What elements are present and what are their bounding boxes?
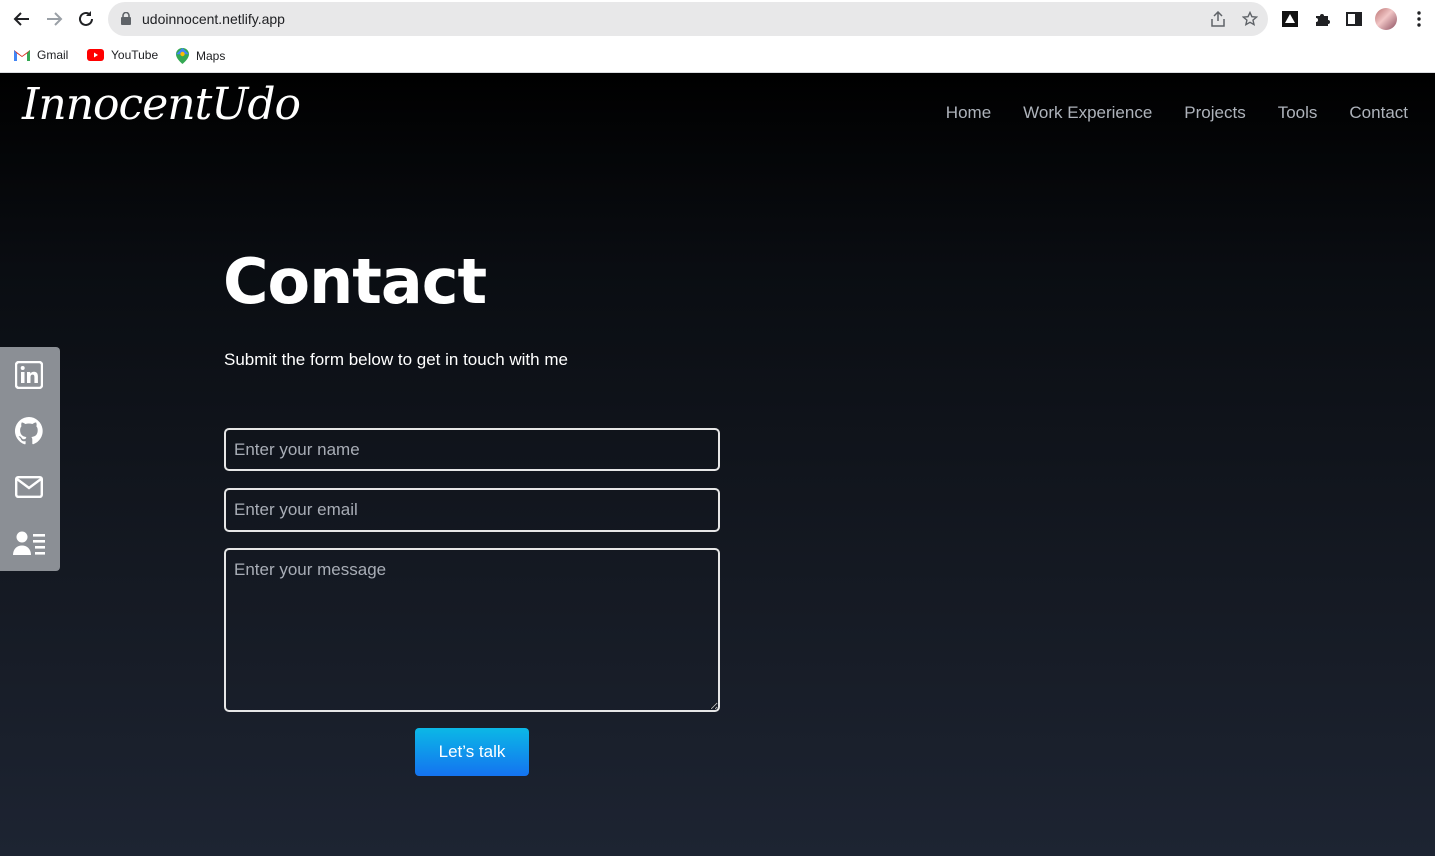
email-input[interactable] xyxy=(224,488,720,532)
bookmark-maps[interactable]: Maps xyxy=(176,48,225,64)
bookmark-youtube[interactable]: YouTube xyxy=(87,48,158,62)
more-menu-icon[interactable] xyxy=(1409,9,1429,29)
lock-icon xyxy=(121,12,131,25)
share-icon[interactable] xyxy=(1209,10,1227,28)
contact-subtitle: Submit the form below to get in touch wi… xyxy=(224,350,568,369)
linkedin-icon[interactable] xyxy=(12,358,46,392)
bookmark-gmail[interactable]: Gmail xyxy=(14,48,68,62)
side-panel-icon[interactable] xyxy=(1344,9,1364,29)
url-text: udoinnocent.netlify.app xyxy=(142,11,285,27)
maps-icon xyxy=(176,48,189,64)
browser-toolbar: udoinnocent.netlify.app xyxy=(0,0,1435,38)
submit-button[interactable]: Let’s talk xyxy=(415,728,529,776)
bookmarks-bar: Gmail YouTube Maps xyxy=(0,38,1435,73)
forward-button[interactable] xyxy=(42,7,66,31)
page-title: Contact xyxy=(223,245,487,318)
nav-projects[interactable]: Projects xyxy=(1184,103,1245,123)
github-icon[interactable] xyxy=(12,414,46,448)
forward-arrow-icon xyxy=(47,12,63,26)
contact-card-icon[interactable] xyxy=(12,526,46,560)
extension-icon[interactable] xyxy=(1280,9,1300,29)
site-nav: Home Work Experience Projects Tools Cont… xyxy=(946,103,1408,123)
message-textarea[interactable] xyxy=(224,548,720,712)
nav-tools[interactable]: Tools xyxy=(1278,103,1318,123)
address-bar[interactable]: udoinnocent.netlify.app xyxy=(108,2,1268,36)
nav-work-experience[interactable]: Work Experience xyxy=(1023,103,1152,123)
youtube-icon xyxy=(87,49,104,61)
page-content: InnocentUdo Home Work Experience Project… xyxy=(0,73,1435,856)
mail-icon[interactable] xyxy=(12,470,46,504)
puzzle-extensions-icon[interactable] xyxy=(1312,9,1332,29)
name-input[interactable] xyxy=(224,428,720,471)
site-logo[interactable]: InnocentUdo xyxy=(22,79,301,130)
social-sidebar xyxy=(0,347,60,571)
back-button[interactable] xyxy=(10,7,34,31)
reload-icon xyxy=(79,11,93,26)
profile-avatar[interactable] xyxy=(1375,8,1397,30)
bookmark-star-icon[interactable] xyxy=(1241,10,1259,28)
reload-button[interactable] xyxy=(74,7,98,31)
nav-contact[interactable]: Contact xyxy=(1349,103,1408,123)
back-arrow-icon xyxy=(13,12,29,26)
gmail-icon xyxy=(14,50,30,61)
nav-home[interactable]: Home xyxy=(946,103,991,123)
